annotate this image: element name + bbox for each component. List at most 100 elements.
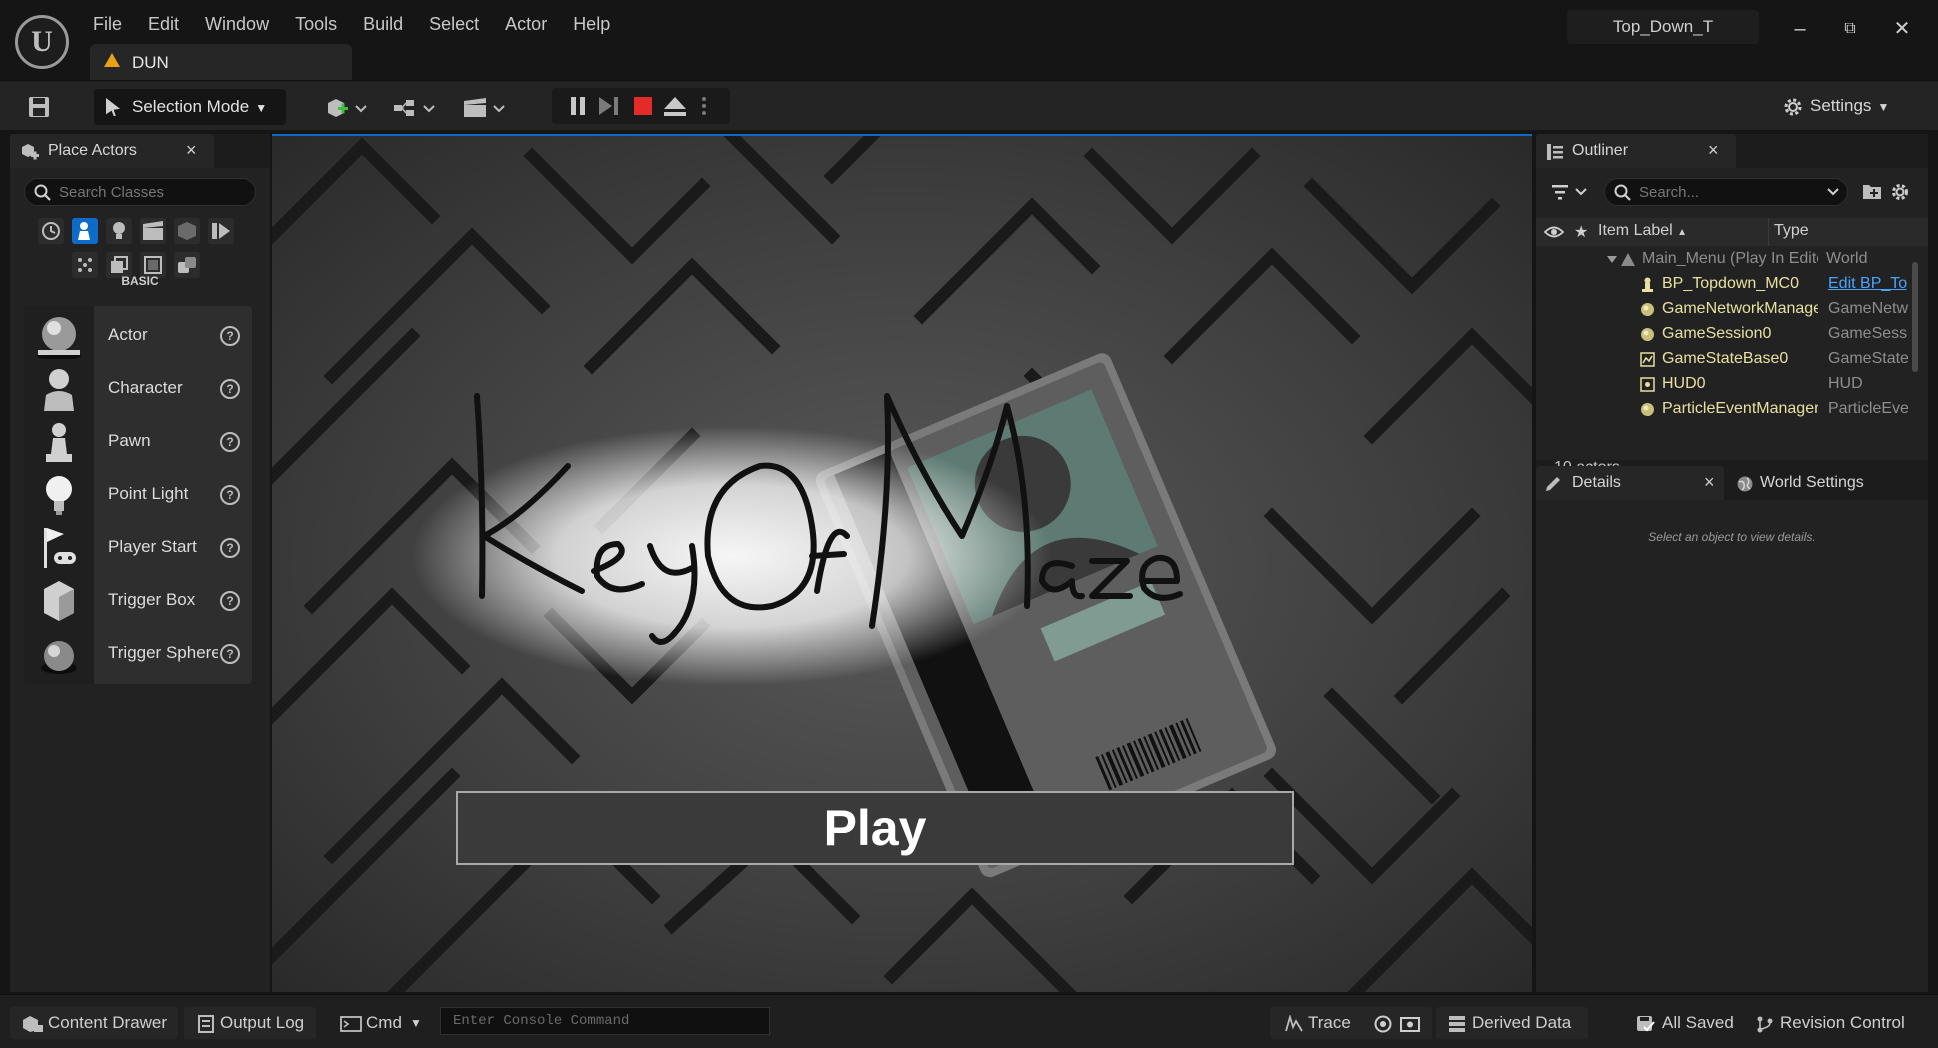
close-icon[interactable]: × bbox=[186, 140, 197, 161]
menu-actor[interactable]: Actor bbox=[492, 10, 560, 38]
content-drawer-button[interactable]: Content Drawer bbox=[10, 1007, 178, 1039]
selection-mode-dropdown[interactable]: Selection Mode ▼ bbox=[94, 89, 286, 125]
recent-icon[interactable] bbox=[38, 218, 64, 244]
chevron-down-icon: ▼ bbox=[1877, 100, 1890, 114]
help-icon[interactable]: ? bbox=[220, 326, 240, 346]
output-log-button[interactable]: Output Log bbox=[184, 1007, 316, 1039]
trace-icon[interactable] bbox=[1284, 1015, 1304, 1033]
filter-icon[interactable] bbox=[1552, 182, 1592, 202]
actor-item-label: Pawn bbox=[108, 431, 151, 450]
outliner-row-world[interactable]: Main_Menu (Play In Editor) World bbox=[1536, 247, 1912, 272]
help-icon[interactable]: ? bbox=[220, 538, 240, 558]
star-icon[interactable]: ★ bbox=[1574, 222, 1588, 242]
hud-icon bbox=[1640, 377, 1655, 392]
save-icon[interactable] bbox=[28, 96, 50, 118]
actor-item-character[interactable]: Character ? bbox=[24, 359, 252, 419]
revision-control-label: Revision Control bbox=[1780, 1013, 1905, 1032]
derived-data-button[interactable]: Derived Data bbox=[1436, 1007, 1588, 1039]
column-divider bbox=[1768, 218, 1769, 246]
pause-icon[interactable] bbox=[566, 95, 592, 117]
visual-effects-icon[interactable] bbox=[208, 218, 234, 244]
minimize-button[interactable]: – bbox=[1780, 12, 1820, 46]
game-state-icon bbox=[1640, 352, 1655, 367]
outliner-row-type: GameSession bbox=[1828, 325, 1908, 342]
outliner-row-actor[interactable]: GameSession0 GameSession bbox=[1536, 322, 1912, 347]
chevron-down-icon: ▼ bbox=[255, 101, 268, 115]
actor-item-label: Point Light bbox=[108, 484, 189, 503]
restore-button[interactable]: ⧉ bbox=[1830, 12, 1870, 46]
gear-icon[interactable] bbox=[1890, 182, 1910, 202]
actor-item-point-light[interactable]: Point Light ? bbox=[24, 465, 252, 525]
menu-select[interactable]: Select bbox=[416, 10, 492, 38]
outliner-row-actor[interactable]: GameNetworkManager0 GameNetworkManager bbox=[1536, 297, 1912, 322]
screenshot-icon[interactable] bbox=[1400, 1015, 1420, 1033]
play-button[interactable]: Play bbox=[456, 791, 1294, 865]
basic-icon[interactable] bbox=[72, 218, 98, 244]
outliner-column-header: ★ Item Label ▲ Type bbox=[1536, 218, 1928, 246]
blueprint-icon[interactable] bbox=[392, 97, 438, 119]
revision-control-button[interactable]: Revision Control bbox=[1754, 1007, 1924, 1039]
level-viewport[interactable]: Play bbox=[272, 134, 1532, 992]
more-options-icon[interactable] bbox=[696, 95, 712, 117]
tab-world-settings[interactable]: World Settings bbox=[1730, 466, 1926, 500]
help-icon[interactable]: ? bbox=[220, 432, 240, 452]
tab-outliner[interactable]: Outliner × bbox=[1536, 134, 1736, 168]
level-tab[interactable]: DUN bbox=[90, 44, 352, 80]
menu-build[interactable]: Build bbox=[350, 10, 416, 38]
close-icon[interactable]: × bbox=[1708, 140, 1719, 161]
help-icon[interactable]: ? bbox=[220, 591, 240, 611]
eye-icon[interactable] bbox=[1544, 225, 1564, 239]
menu-edit[interactable]: Edit bbox=[135, 10, 192, 38]
add-actor-icon[interactable] bbox=[326, 97, 370, 119]
actor-item-player-start[interactable]: Player Start ? bbox=[24, 518, 252, 578]
search-classes-input[interactable] bbox=[24, 178, 256, 206]
actor-item-pawn[interactable]: Pawn ? bbox=[24, 412, 252, 472]
settings-button[interactable]: Settings ▼ bbox=[1784, 88, 1908, 124]
help-icon[interactable]: ? bbox=[220, 485, 240, 505]
outliner-row-actor[interactable]: BP_Topdown_MC0 Edit BP_Topdown_MC bbox=[1536, 272, 1912, 297]
save-all-icon bbox=[1637, 1016, 1655, 1032]
cmd-dropdown[interactable]: Cmd ▼ bbox=[336, 1007, 432, 1039]
outliner-search-input[interactable] bbox=[1604, 178, 1848, 206]
outliner-scrollbar[interactable] bbox=[1912, 262, 1918, 372]
cinematic-icon[interactable] bbox=[140, 218, 166, 244]
outliner-row-type: GameNetworkManager bbox=[1828, 300, 1908, 317]
terminal-icon bbox=[340, 1016, 362, 1032]
menu-help[interactable]: Help bbox=[560, 10, 623, 38]
gear-icon bbox=[1784, 98, 1802, 116]
menu-file[interactable]: File bbox=[80, 10, 135, 38]
column-type[interactable]: Type bbox=[1774, 222, 1809, 240]
tab-place-actors[interactable]: Place Actors × bbox=[10, 134, 214, 168]
skip-frame-icon[interactable] bbox=[596, 95, 622, 117]
actor-item-actor[interactable]: Actor ? bbox=[24, 306, 252, 366]
outliner-row-type: World bbox=[1826, 250, 1868, 267]
eject-icon[interactable] bbox=[662, 95, 688, 117]
lights-icon[interactable] bbox=[106, 218, 132, 244]
edit-blueprint-link[interactable]: Edit BP_Topdown_MC bbox=[1828, 275, 1908, 293]
actor-item-trigger-sphere[interactable]: Trigger Sphere ? bbox=[24, 624, 252, 684]
column-item-label[interactable]: Item Label ▲ bbox=[1598, 222, 1687, 240]
chevron-down-icon[interactable] bbox=[1606, 255, 1618, 265]
outliner-body: ★ Item Label ▲ Type Main_Menu (Play In E… bbox=[1536, 168, 1928, 476]
record-icon[interactable] bbox=[1374, 1015, 1392, 1033]
help-icon[interactable]: ? bbox=[220, 644, 240, 664]
cinematics-icon[interactable] bbox=[462, 97, 508, 119]
stop-icon[interactable] bbox=[630, 95, 656, 117]
tab-details[interactable]: Details × bbox=[1536, 466, 1724, 500]
all-saved-button[interactable]: All Saved bbox=[1632, 1007, 1742, 1039]
close-icon[interactable]: × bbox=[1704, 472, 1715, 493]
trace-label[interactable]: Trace bbox=[1308, 1007, 1351, 1039]
add-folder-icon[interactable] bbox=[1862, 182, 1882, 200]
menu-tools[interactable]: Tools bbox=[282, 10, 350, 38]
console-command-input[interactable] bbox=[440, 1007, 770, 1035]
actor-item-trigger-box[interactable]: Trigger Box ? bbox=[24, 571, 252, 631]
unreal-logo-icon[interactable]: U bbox=[15, 15, 69, 69]
menu-window[interactable]: Window bbox=[192, 10, 282, 38]
outliner-row-actor[interactable]: ParticleEventManager0 ParticleEventManag… bbox=[1536, 397, 1912, 422]
help-icon[interactable]: ? bbox=[220, 379, 240, 399]
chevron-down-icon[interactable] bbox=[1826, 186, 1840, 198]
shapes-icon[interactable] bbox=[174, 218, 200, 244]
close-window-button[interactable]: ✕ bbox=[1882, 12, 1922, 46]
outliner-row-actor[interactable]: HUD0 HUD bbox=[1536, 372, 1912, 397]
outliner-row-actor[interactable]: GameStateBase0 GameStateBase bbox=[1536, 347, 1912, 372]
